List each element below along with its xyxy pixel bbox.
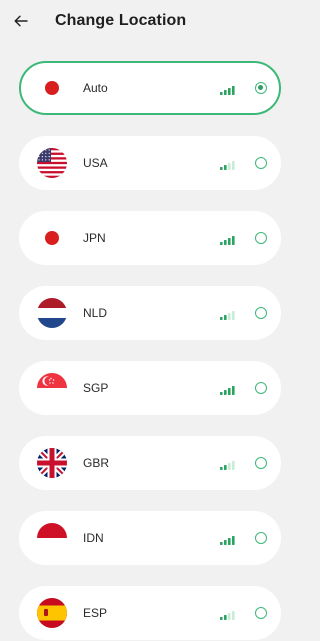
- signal-strength-icon: [220, 382, 236, 400]
- radio-selected-dot: [258, 85, 264, 91]
- japan-flag-icon: [37, 223, 67, 253]
- signal-bar: [224, 165, 227, 170]
- location-item-gbr[interactable]: GBR: [19, 436, 281, 490]
- signal-bar: [220, 467, 223, 470]
- signal-bar: [220, 167, 223, 170]
- signal-bar: [224, 90, 227, 95]
- signal-bar: [224, 465, 227, 470]
- signal-bar: [228, 463, 231, 470]
- signal-bar: [228, 613, 231, 620]
- signal-strength-icon: [220, 532, 236, 550]
- signal-strength-icon: [220, 157, 236, 175]
- location-item-nld[interactable]: NLD: [19, 286, 281, 340]
- signal-bar: [232, 311, 235, 320]
- location-item-idn[interactable]: IDN: [19, 511, 281, 565]
- location-radio-button[interactable]: [255, 307, 267, 319]
- signal-bar: [220, 542, 223, 545]
- signal-bar: [228, 388, 231, 395]
- usa-flag-icon: [37, 148, 67, 178]
- signal-bar: [232, 386, 235, 395]
- location-radio-button[interactable]: [255, 382, 267, 394]
- location-item-auto[interactable]: Auto: [19, 61, 281, 115]
- signal-strength-icon: [220, 232, 236, 250]
- signal-bar: [232, 86, 235, 95]
- location-name: JPN: [83, 231, 106, 245]
- signal-bar: [228, 88, 231, 95]
- signal-bar: [220, 617, 223, 620]
- signal-bar: [228, 313, 231, 320]
- location-name: NLD: [83, 306, 108, 320]
- location-radio-button[interactable]: [255, 607, 267, 619]
- location-name: ESP: [83, 606, 108, 620]
- location-radio-button[interactable]: [255, 82, 267, 94]
- signal-bar: [224, 240, 227, 245]
- signal-bar: [232, 536, 235, 545]
- spain-flag-icon: [37, 598, 67, 628]
- signal-bar: [232, 236, 235, 245]
- netherlands-flag-icon: [37, 298, 67, 328]
- location-radio-button[interactable]: [255, 157, 267, 169]
- signal-bar: [228, 238, 231, 245]
- location-name: IDN: [83, 531, 104, 545]
- indonesia-flag-icon: [37, 523, 67, 553]
- singapore-flag-icon: [37, 373, 67, 403]
- japan-flag-icon: [37, 73, 67, 103]
- location-name: USA: [83, 156, 108, 170]
- signal-bar: [232, 611, 235, 620]
- location-item-usa[interactable]: USA: [19, 136, 281, 190]
- page-title: Change Location: [55, 12, 187, 29]
- location-name: GBR: [83, 456, 110, 470]
- signal-strength-icon: [220, 82, 236, 100]
- location-item-sgp[interactable]: SGP: [19, 361, 281, 415]
- location-item-esp[interactable]: ESP: [19, 586, 281, 640]
- back-button[interactable]: [11, 11, 31, 31]
- location-item-jpn[interactable]: JPN: [19, 211, 281, 265]
- signal-bar: [224, 315, 227, 320]
- signal-bar: [220, 92, 223, 95]
- location-radio-button[interactable]: [255, 232, 267, 244]
- app-header: Change Location: [0, 0, 300, 42]
- signal-strength-icon: [220, 457, 236, 475]
- location-name: Auto: [83, 81, 108, 95]
- signal-bar: [220, 242, 223, 245]
- signal-bar: [224, 390, 227, 395]
- location-radio-button[interactable]: [255, 457, 267, 469]
- signal-bar: [220, 392, 223, 395]
- signal-bar: [228, 538, 231, 545]
- uk-flag-icon: [37, 448, 67, 478]
- signal-bar: [220, 317, 223, 320]
- arrow-left-icon: [14, 15, 28, 27]
- signal-strength-icon: [220, 607, 236, 625]
- signal-bar: [232, 461, 235, 470]
- change-location-screen: Change Location Auto USA JPN NLD SGP GBR IDN ES…: [0, 0, 300, 641]
- location-radio-button[interactable]: [255, 532, 267, 544]
- location-name: SGP: [83, 381, 109, 395]
- signal-strength-icon: [220, 307, 236, 325]
- signal-bar: [232, 161, 235, 170]
- signal-bar: [224, 540, 227, 545]
- signal-bar: [228, 163, 231, 170]
- signal-bar: [224, 615, 227, 620]
